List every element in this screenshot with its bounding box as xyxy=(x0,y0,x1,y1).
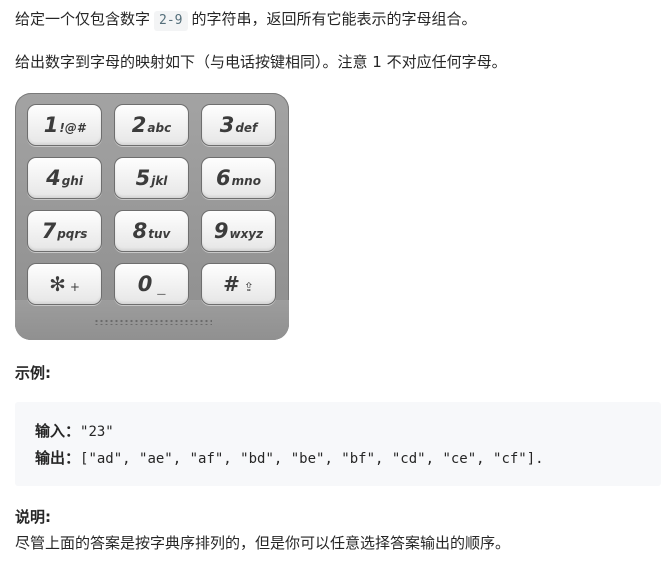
key-letters: abc xyxy=(147,120,172,135)
example-output-line: 输出：["ad", "ae", "af", "bd", "be", "bf", … xyxy=(35,447,544,470)
hash-icon: # xyxy=(223,272,240,296)
key-digit: 2 xyxy=(131,113,147,137)
key-3: 3 def xyxy=(201,104,276,146)
key-5: 5 jkl xyxy=(114,157,189,199)
key-0: 0 _ xyxy=(114,263,189,305)
example-input-line: 输入："23" xyxy=(35,420,114,443)
plus-icon: + xyxy=(69,280,80,294)
note-text: 尽管上面的答案是按字典序排列的，但是你可以任意选择答案输出的顺序。 xyxy=(15,534,511,552)
key-digit: 7 xyxy=(41,219,57,243)
key-letters: tuv xyxy=(148,226,171,241)
note-heading: 说明: xyxy=(15,508,51,526)
key-digit: 4 xyxy=(46,166,61,190)
space-icon: _ xyxy=(157,275,166,295)
intro-text-after: 的字符串，返回所有它能表示的字母组合。 xyxy=(191,10,477,28)
key-7: 7 pqrs xyxy=(27,210,102,252)
key-9: 9 wxyz xyxy=(201,210,276,252)
key-digit: 5 xyxy=(135,166,151,190)
speaker-grille-icon xyxy=(94,319,212,325)
intro-text-before: 给定一个仅包含数字 xyxy=(15,10,151,28)
intro-paragraph: 给定一个仅包含数字 2-9 的字符串，返回所有它能表示的字母组合。 xyxy=(15,8,477,31)
key-hash: # ⇪ xyxy=(201,263,276,305)
output-value: ["ad", "ae", "af", "bd", "be", "bf", "cd… xyxy=(80,451,544,467)
key-letters: jkl xyxy=(151,173,168,188)
key-letters: ghi xyxy=(61,173,83,188)
mapping-paragraph: 给出数字到字母的映射如下（与电话按键相同）。注意 1 不对应任何字母。 xyxy=(15,53,507,71)
example-heading: 示例: xyxy=(15,364,51,382)
key-letters: !@# xyxy=(59,120,86,135)
input-label: 输入： xyxy=(35,422,81,440)
key-digit: 0 xyxy=(137,272,153,296)
key-6: 6 mno xyxy=(201,157,276,199)
phone-keypad-image: 1 !@# 2 abc 3 def 4 ghi 5 jkl 6 mno 7 pqrs 8 tuv… xyxy=(15,93,289,340)
problem-description: 给定一个仅包含数字 2-9 的字符串，返回所有它能表示的字母组合。 给出数字到字母的… xyxy=(0,0,661,565)
asterisk-icon: ✻ xyxy=(49,272,66,296)
key-digit: 3 xyxy=(219,113,235,137)
key-letters: def xyxy=(235,120,258,135)
shift-icon: ⇪ xyxy=(243,280,254,294)
key-letters: mno xyxy=(231,173,261,188)
example-code-block: 输入："23" 输出：["ad", "ae", "af", "bd", "be"… xyxy=(15,402,661,486)
key-1: 1 !@# xyxy=(27,104,102,146)
key-8: 8 tuv xyxy=(114,210,189,252)
key-digit: 1 xyxy=(43,113,59,137)
key-star: ✻ + xyxy=(27,263,102,305)
key-letters: wxyz xyxy=(229,226,264,241)
key-4: 4 ghi xyxy=(27,157,102,199)
output-label: 输出： xyxy=(35,449,81,467)
key-digit: 6 xyxy=(216,166,231,190)
key-2: 2 abc xyxy=(114,104,189,146)
digit-range-code: 2-9 xyxy=(154,11,188,31)
key-digit: 8 xyxy=(132,219,148,243)
key-letters: pqrs xyxy=(57,226,88,241)
key-digit: 9 xyxy=(213,219,229,243)
input-value: "23" xyxy=(80,424,114,440)
